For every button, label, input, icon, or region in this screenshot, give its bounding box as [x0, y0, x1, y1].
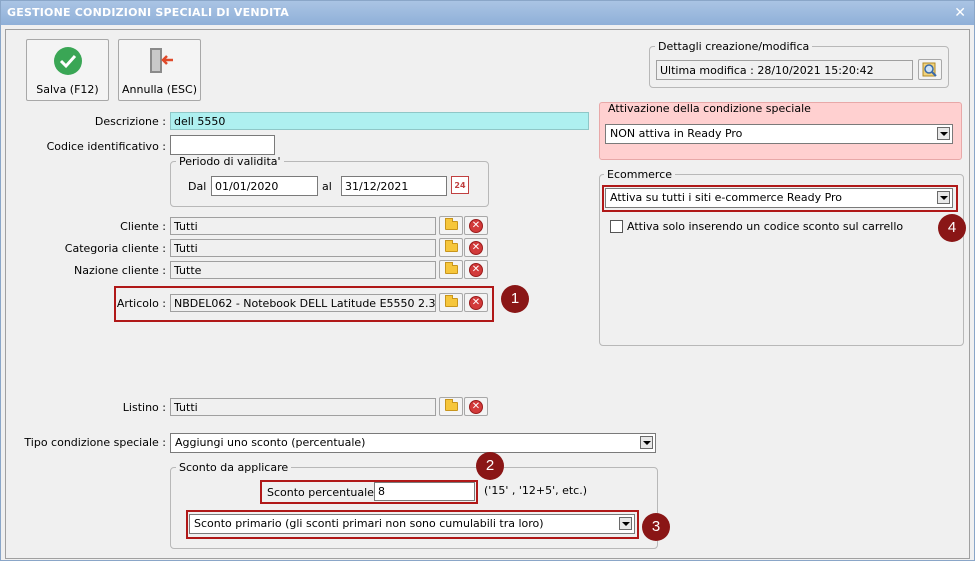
chevron-down-icon — [937, 191, 950, 204]
al-date-field[interactable]: 31/12/2021 — [341, 176, 447, 196]
folder-icon — [445, 399, 458, 411]
cliente-label: Cliente : — [120, 220, 166, 233]
nazione-browse-button[interactable] — [439, 260, 463, 279]
clear-icon: ✕ — [469, 219, 483, 233]
form-area: Salva (F12) Annulla (ESC) Descrizione : … — [5, 29, 970, 559]
codice-label: Codice identificativo : — [46, 140, 166, 153]
cliente-browse-button[interactable] — [439, 216, 463, 235]
step-badge-3: 3 — [642, 513, 670, 541]
exit-door-icon — [150, 48, 173, 73]
nazione-label: Nazione cliente : — [74, 264, 166, 277]
chevron-down-icon — [937, 127, 950, 140]
sconto-group-label: Sconto da applicare — [176, 461, 292, 474]
al-label: al — [322, 180, 332, 193]
cliente-field[interactable]: Tutti — [170, 217, 436, 235]
cliente-clear-button[interactable]: ✕ — [464, 216, 488, 235]
clear-icon: ✕ — [469, 400, 483, 414]
attivazione-select[interactable]: NON attiva in Ready Pro — [605, 124, 953, 144]
tipo-condizione-select[interactable]: Aggiungi uno sconto (percentuale) — [170, 433, 656, 453]
step-badge-1: 1 — [501, 285, 529, 313]
ultima-modifica-field: Ultima modifica : 28/10/2021 15:20:42 — [656, 60, 913, 80]
folder-icon — [445, 240, 458, 252]
save-button[interactable]: Salva (F12) — [26, 39, 109, 101]
listino-clear-button[interactable]: ✕ — [464, 397, 488, 416]
folder-icon — [445, 262, 458, 274]
ecommerce-select[interactable]: Attiva su tutti i siti e-commerce Ready … — [605, 188, 953, 208]
sconto-percentuale-label: Sconto percentuale : — [267, 486, 382, 499]
sconto-hint: ('15' , '12+5', etc.) — [484, 484, 587, 497]
magnifier-icon — [922, 62, 937, 77]
clear-icon: ✕ — [469, 263, 483, 277]
sconto-tipo-select[interactable]: Sconto primario (gli sconti primari non … — [189, 514, 635, 534]
chevron-down-icon — [619, 517, 632, 530]
window-title: GESTIONE CONDIZIONI SPECIALI DI VENDITA — [7, 6, 289, 19]
nazione-clear-button[interactable]: ✕ — [464, 260, 488, 279]
articolo-label: Articolo : — [116, 297, 166, 310]
clear-icon: ✕ — [469, 296, 483, 310]
listino-label: Listino : — [122, 401, 166, 414]
nazione-field[interactable]: Tutte — [170, 261, 436, 279]
folder-icon — [445, 295, 458, 307]
ecommerce-label: Ecommerce — [604, 168, 676, 181]
check-icon — [54, 47, 82, 75]
attivazione-value: NON attiva in Ready Pro — [610, 127, 743, 140]
articolo-clear-button[interactable]: ✕ — [464, 293, 488, 312]
calendar-icon[interactable]: 24 — [451, 176, 469, 194]
close-icon[interactable]: ✕ — [954, 5, 966, 21]
save-button-label: Salva (F12) — [36, 83, 99, 96]
categoria-field[interactable]: Tutti — [170, 239, 436, 257]
sconto-tipo-value: Sconto primario (gli sconti primari non … — [194, 517, 544, 530]
step-badge-4: 4 — [938, 214, 966, 242]
codice-field[interactable] — [170, 135, 275, 155]
chevron-down-icon — [640, 436, 653, 449]
main-window: GESTIONE CONDIZIONI SPECIALI DI VENDITA … — [0, 0, 975, 561]
attivazione-label: Attivazione della condizione speciale — [608, 102, 811, 115]
step-badge-2: 2 — [476, 452, 504, 480]
descrizione-field[interactable]: dell 5550 — [170, 112, 589, 130]
dettagli-button[interactable] — [918, 59, 942, 80]
listino-browse-button[interactable] — [439, 397, 463, 416]
tipo-condizione-value: Aggiungi uno sconto (percentuale) — [175, 436, 366, 449]
title-bar: GESTIONE CONDIZIONI SPECIALI DI VENDITA … — [1, 1, 974, 25]
listino-field[interactable]: Tutti — [170, 398, 436, 416]
categoria-clear-button[interactable]: ✕ — [464, 238, 488, 257]
clear-icon: ✕ — [469, 241, 483, 255]
dettagli-label: Dettagli creazione/modifica — [655, 40, 813, 53]
cancel-button[interactable]: Annulla (ESC) — [118, 39, 201, 101]
categoria-browse-button[interactable] — [439, 238, 463, 257]
sconto-percentuale-field[interactable]: 8 — [374, 482, 475, 501]
tipo-label: Tipo condizione speciale : — [24, 436, 166, 449]
articolo-browse-button[interactable] — [439, 293, 463, 312]
ecommerce-value: Attiva su tutti i siti e-commerce Ready … — [610, 191, 843, 204]
descrizione-label: Descrizione : — [94, 115, 166, 128]
folder-icon — [445, 218, 458, 230]
categoria-label: Categoria cliente : — [64, 242, 166, 255]
periodo-label: Periodo di validita' — [176, 155, 284, 168]
dal-date-field[interactable]: 01/01/2020 — [211, 176, 318, 196]
articolo-field[interactable]: NBDEL062 - Notebook DELL Latitude E5550 … — [170, 294, 436, 312]
cancel-button-label: Annulla (ESC) — [122, 83, 197, 96]
dal-label: Dal — [188, 180, 207, 193]
codice-sconto-checkbox-label: Attiva solo inserendo un codice sconto s… — [627, 220, 904, 233]
codice-sconto-checkbox[interactable] — [610, 220, 623, 233]
